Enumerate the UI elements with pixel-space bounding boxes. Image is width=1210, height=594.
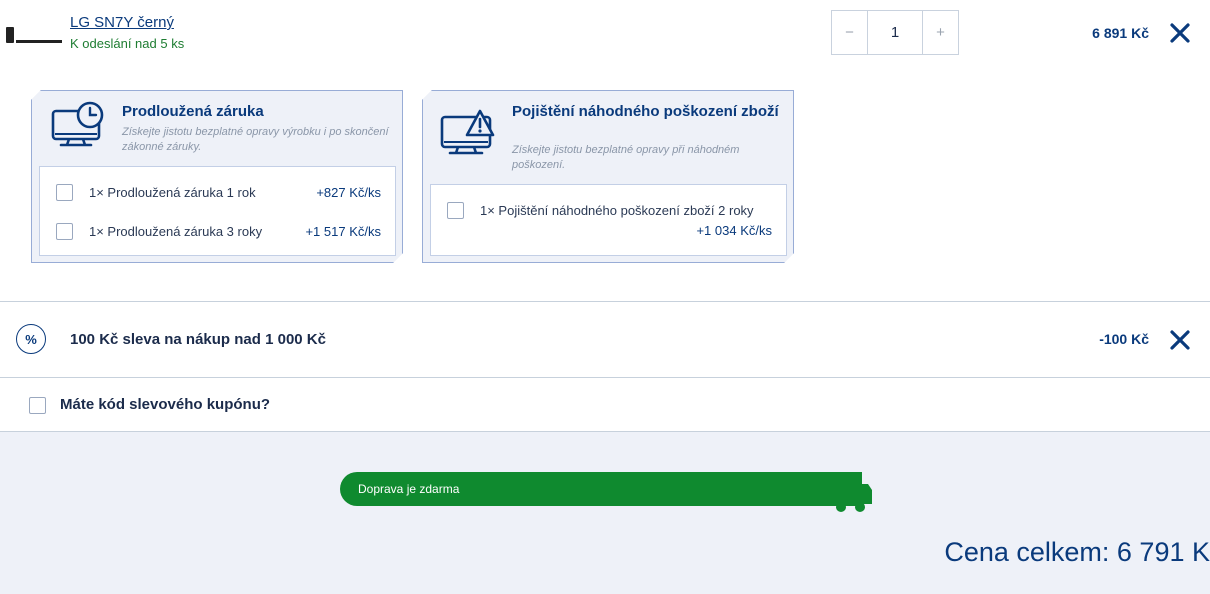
discount-label: 100 Kč sleva na nákup nad 1 000 Kč bbox=[70, 331, 326, 348]
shipping-label: Doprava je zdarma bbox=[358, 482, 460, 496]
quantity-input[interactable]: 1 bbox=[867, 11, 923, 54]
warranty-option-label: 1× Prodloužená záruka 1 rok bbox=[89, 185, 256, 200]
warranty-1-checkbox[interactable] bbox=[56, 184, 73, 201]
insurance-title: Pojištění náhodného poškození zboží bbox=[512, 103, 779, 120]
insurance-options: 1× Pojištění náhodného poškození zboží 2… bbox=[430, 184, 787, 256]
insurance-box: Pojištění náhodného poškození zboží Získ… bbox=[412, 80, 804, 273]
remove-discount-icon[interactable] bbox=[1169, 329, 1191, 351]
warranty-box: Prodloužená záruka Získejte jistotu bezp… bbox=[21, 80, 413, 273]
warranty-option-2[interactable]: 1× Prodloužená záruka 3 roky +1 517 Kč/k… bbox=[56, 223, 381, 240]
warranty-2-checkbox[interactable] bbox=[56, 223, 73, 240]
coupon-checkbox[interactable] bbox=[29, 397, 46, 414]
coupon-toggle-label[interactable]: Máte kód slevového kupónu? bbox=[60, 396, 270, 413]
stock-status: K odeslání nad 5 ks bbox=[70, 36, 185, 51]
warranty-description: Získejte jistotu bezplatné opravy výrobk… bbox=[122, 126, 389, 153]
insurance-description: Získejte jistotu bezplatné opravy při ná… bbox=[512, 144, 740, 171]
divider bbox=[0, 301, 1210, 302]
product-name-link[interactable]: LG SN7Y černý bbox=[70, 14, 174, 31]
warranty-option-price: +1 517 Kč/ks bbox=[305, 224, 381, 239]
warranty-option-1[interactable]: 1× Prodloužená záruka 1 rok +827 Kč/ks bbox=[56, 184, 381, 201]
insurance-option-price: +1 034 Kč/ks bbox=[696, 223, 772, 238]
remove-product-icon[interactable] bbox=[1169, 22, 1191, 44]
product-thumbnail[interactable] bbox=[6, 27, 62, 45]
divider bbox=[0, 377, 1210, 378]
warranty-option-label: 1× Prodloužená záruka 3 roky bbox=[89, 224, 263, 239]
monitor-clock-icon bbox=[51, 101, 104, 147]
warranty-option-price: +827 Kč/ks bbox=[316, 185, 381, 200]
insurance-checkbox[interactable] bbox=[447, 202, 464, 219]
total-price: Cena celkem: 6 791 K bbox=[944, 537, 1210, 567]
insurance-option-1[interactable]: 1× Pojištění náhodného poškození zboží 2… bbox=[447, 202, 772, 219]
warranty-title: Prodloužená záruka bbox=[122, 103, 264, 120]
warranty-options: 1× Prodloužená záruka 1 rok +827 Kč/ks 1… bbox=[39, 166, 396, 256]
cart-summary bbox=[0, 432, 1210, 594]
decrease-quantity-button[interactable]: − bbox=[832, 11, 867, 54]
insurance-option-label: 1× Pojištění náhodného poškození zboží 2… bbox=[480, 203, 754, 218]
quantity-stepper: − 1 + bbox=[831, 10, 959, 55]
discount-value: -100 Kč bbox=[1099, 331, 1149, 347]
product-price: 6 891 Kč bbox=[1092, 25, 1149, 41]
monitor-warning-icon bbox=[440, 109, 495, 155]
increase-quantity-button[interactable]: + bbox=[923, 11, 958, 54]
percent-icon: % bbox=[16, 324, 46, 354]
free-shipping-progress: Doprava je zdarma bbox=[340, 472, 874, 512]
